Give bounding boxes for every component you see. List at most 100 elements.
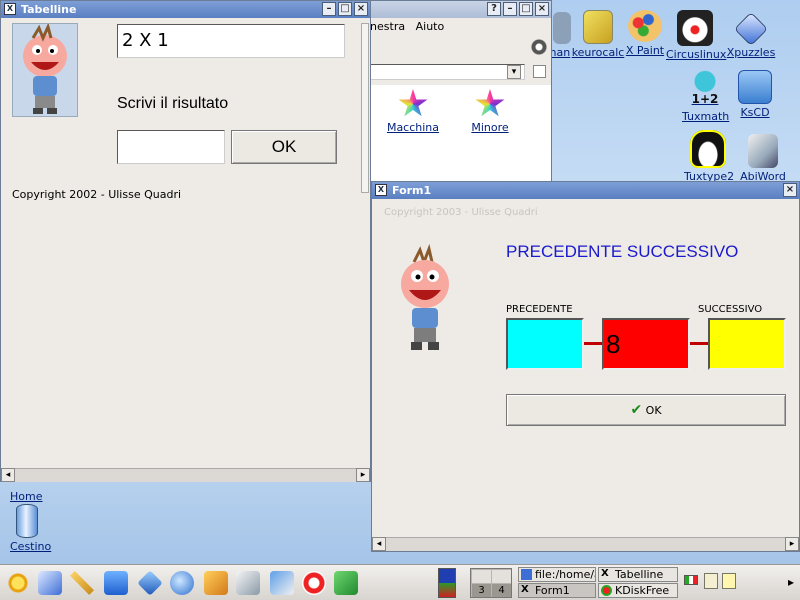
horizontal-scrollbar[interactable]: ◂ ▸ bbox=[1, 468, 370, 482]
desktop-icon-circuslinux[interactable]: Circuslinux bbox=[666, 10, 726, 61]
home-folder-icon[interactable] bbox=[104, 571, 128, 595]
pen-icon bbox=[748, 134, 778, 168]
close-button[interactable]: × bbox=[783, 183, 797, 197]
window-title: Form1 bbox=[392, 184, 432, 197]
desktop-icon-tuxmath[interactable]: 1+2 Tuxmath bbox=[682, 70, 729, 123]
ok-button[interactable]: OK bbox=[231, 130, 337, 164]
desktop-icon-kscd[interactable]: KsCD bbox=[732, 70, 778, 119]
copyright-label: Copyright 2003 - Ulisse Quadri bbox=[384, 207, 538, 218]
taskbar: 1 2 3 4 file:/home/a X Tabelline X Form1… bbox=[0, 564, 800, 600]
package-icon[interactable] bbox=[334, 571, 358, 595]
desktop-icon-keurocalc[interactable]: keurocalc bbox=[570, 10, 626, 59]
mascot-image bbox=[12, 22, 78, 117]
window-controls: ? – □ × bbox=[487, 2, 549, 16]
checkmark-icon: ✔ bbox=[630, 402, 643, 418]
menu-help[interactable]: Aiuto bbox=[416, 20, 445, 33]
file-manager-window: ? – □ × inestra Aiuto ▾ Macchina Minore bbox=[364, 0, 552, 182]
copyright-label: Copyright 2002 - Ulisse Quadri bbox=[12, 188, 182, 201]
scroll-left-button[interactable]: ◂ bbox=[1, 468, 15, 482]
label-successivo: SUCCESSIVO bbox=[698, 304, 763, 315]
desktop-icon-cestino[interactable]: Cestino bbox=[10, 504, 51, 553]
connector-left bbox=[584, 342, 602, 345]
file-view: Macchina Minore bbox=[369, 85, 551, 181]
notes-icon[interactable] bbox=[722, 573, 736, 589]
clown-icon bbox=[677, 10, 713, 46]
x-icon: X bbox=[521, 584, 529, 595]
menu-window[interactable]: inestra bbox=[367, 20, 405, 33]
vertical-scrollbar[interactable] bbox=[361, 23, 369, 193]
desktop-icon-home[interactable]: Home bbox=[10, 490, 42, 503]
precedente-input[interactable] bbox=[506, 318, 584, 370]
pager-desktop-2[interactable]: 2 bbox=[492, 570, 511, 583]
desktop-icon-abiword[interactable]: AbiWord bbox=[738, 134, 788, 183]
help-button[interactable]: ? bbox=[487, 2, 501, 16]
xman-icon bbox=[553, 12, 571, 44]
star-icon bbox=[398, 89, 428, 117]
konqueror-icon[interactable] bbox=[204, 571, 228, 595]
text-editor-icon[interactable] bbox=[270, 571, 294, 595]
window-controls: × bbox=[783, 183, 797, 197]
globe-icon[interactable] bbox=[170, 571, 194, 595]
maximize-button[interactable]: □ bbox=[338, 2, 352, 16]
horizontal-scrollbar[interactable]: ◂ ▸ bbox=[372, 537, 799, 551]
cube-icon bbox=[734, 12, 768, 46]
window-title: Tabelline bbox=[21, 3, 77, 16]
help-icon[interactable] bbox=[302, 571, 326, 595]
boy-icon bbox=[401, 243, 449, 350]
go-icon[interactable] bbox=[533, 65, 546, 78]
pen-icon[interactable] bbox=[236, 571, 260, 595]
location-input[interactable] bbox=[369, 64, 525, 80]
x-icon: X bbox=[601, 568, 609, 579]
scroll-right-button[interactable]: ▸ bbox=[785, 537, 799, 551]
x-icon: X bbox=[4, 3, 16, 15]
prompt-label: Scrivi il risultato bbox=[117, 95, 229, 112]
show-desktop-button[interactable] bbox=[438, 568, 456, 598]
kde-menu-icon[interactable] bbox=[6, 571, 30, 595]
desktop-icon-xpuzzles[interactable]: Xpuzzles bbox=[726, 12, 776, 59]
tabelline-titlebar: X Tabelline – □ × bbox=[1, 1, 370, 18]
task-tabelline[interactable]: X Tabelline bbox=[598, 567, 678, 582]
mascot-image bbox=[392, 243, 458, 354]
file-manager-titlebar: ? – □ × bbox=[365, 1, 551, 18]
pager-desktop-1[interactable]: 1 bbox=[472, 570, 491, 583]
palette-icon bbox=[628, 10, 662, 42]
answer-input[interactable] bbox=[117, 130, 225, 164]
heading-label: PRECEDENTE SUCCESSIVO bbox=[506, 242, 739, 261]
maximize-button[interactable]: □ bbox=[519, 2, 533, 16]
window-controls: – □ × bbox=[322, 2, 368, 16]
task-file-manager[interactable]: file:/home/a bbox=[518, 567, 596, 582]
panel-arrow-icon[interactable]: ▸ bbox=[788, 575, 794, 589]
scroll-right-button[interactable]: ▸ bbox=[356, 468, 370, 482]
file-item-minore[interactable]: Minore bbox=[465, 89, 515, 134]
pager-desktop-4[interactable]: 4 bbox=[492, 584, 511, 597]
desktop-icon-tuxtype2[interactable]: Tuxtype2 bbox=[684, 130, 734, 183]
cube-icon[interactable] bbox=[137, 570, 163, 596]
task-kdiskfree[interactable]: KDiskFree bbox=[598, 583, 678, 598]
tabelline-window: X Tabelline – □ × 2 X 1 Scrivi il risult… bbox=[0, 0, 371, 482]
cd-player-icon bbox=[738, 70, 772, 104]
keyboard-layout-icon[interactable] bbox=[684, 575, 698, 585]
minimize-button[interactable]: – bbox=[503, 2, 517, 16]
task-form1[interactable]: X Form1 bbox=[518, 583, 596, 598]
calculator-icon bbox=[583, 10, 613, 44]
wrench-icon[interactable] bbox=[70, 571, 94, 595]
clipboard-icon[interactable] bbox=[704, 573, 718, 589]
successivo-input[interactable] bbox=[708, 318, 786, 370]
location-dropdown-button[interactable]: ▾ bbox=[507, 65, 521, 79]
boy-icon bbox=[23, 22, 67, 114]
desktop-icon-xpaint[interactable]: X Paint bbox=[624, 10, 666, 57]
minimize-button[interactable]: – bbox=[322, 2, 336, 16]
close-button[interactable]: × bbox=[354, 2, 368, 16]
form1-window: X Form1 × Copyright 2003 - Ulisse Quadri… bbox=[371, 181, 800, 552]
ok-button[interactable]: ✔ OK bbox=[506, 394, 786, 426]
star-icon bbox=[475, 89, 505, 117]
menubar: inestra Aiuto bbox=[367, 20, 444, 33]
desktop-pager: 1 2 3 4 bbox=[470, 568, 512, 598]
desktop-icon[interactable] bbox=[38, 571, 62, 595]
penguin-icon bbox=[690, 130, 726, 168]
close-button[interactable]: × bbox=[535, 2, 549, 16]
file-item-macchina[interactable]: Macchina bbox=[383, 89, 443, 134]
trash-icon bbox=[16, 504, 38, 538]
scroll-left-button[interactable]: ◂ bbox=[372, 537, 386, 551]
pager-desktop-3[interactable]: 3 bbox=[472, 584, 491, 597]
